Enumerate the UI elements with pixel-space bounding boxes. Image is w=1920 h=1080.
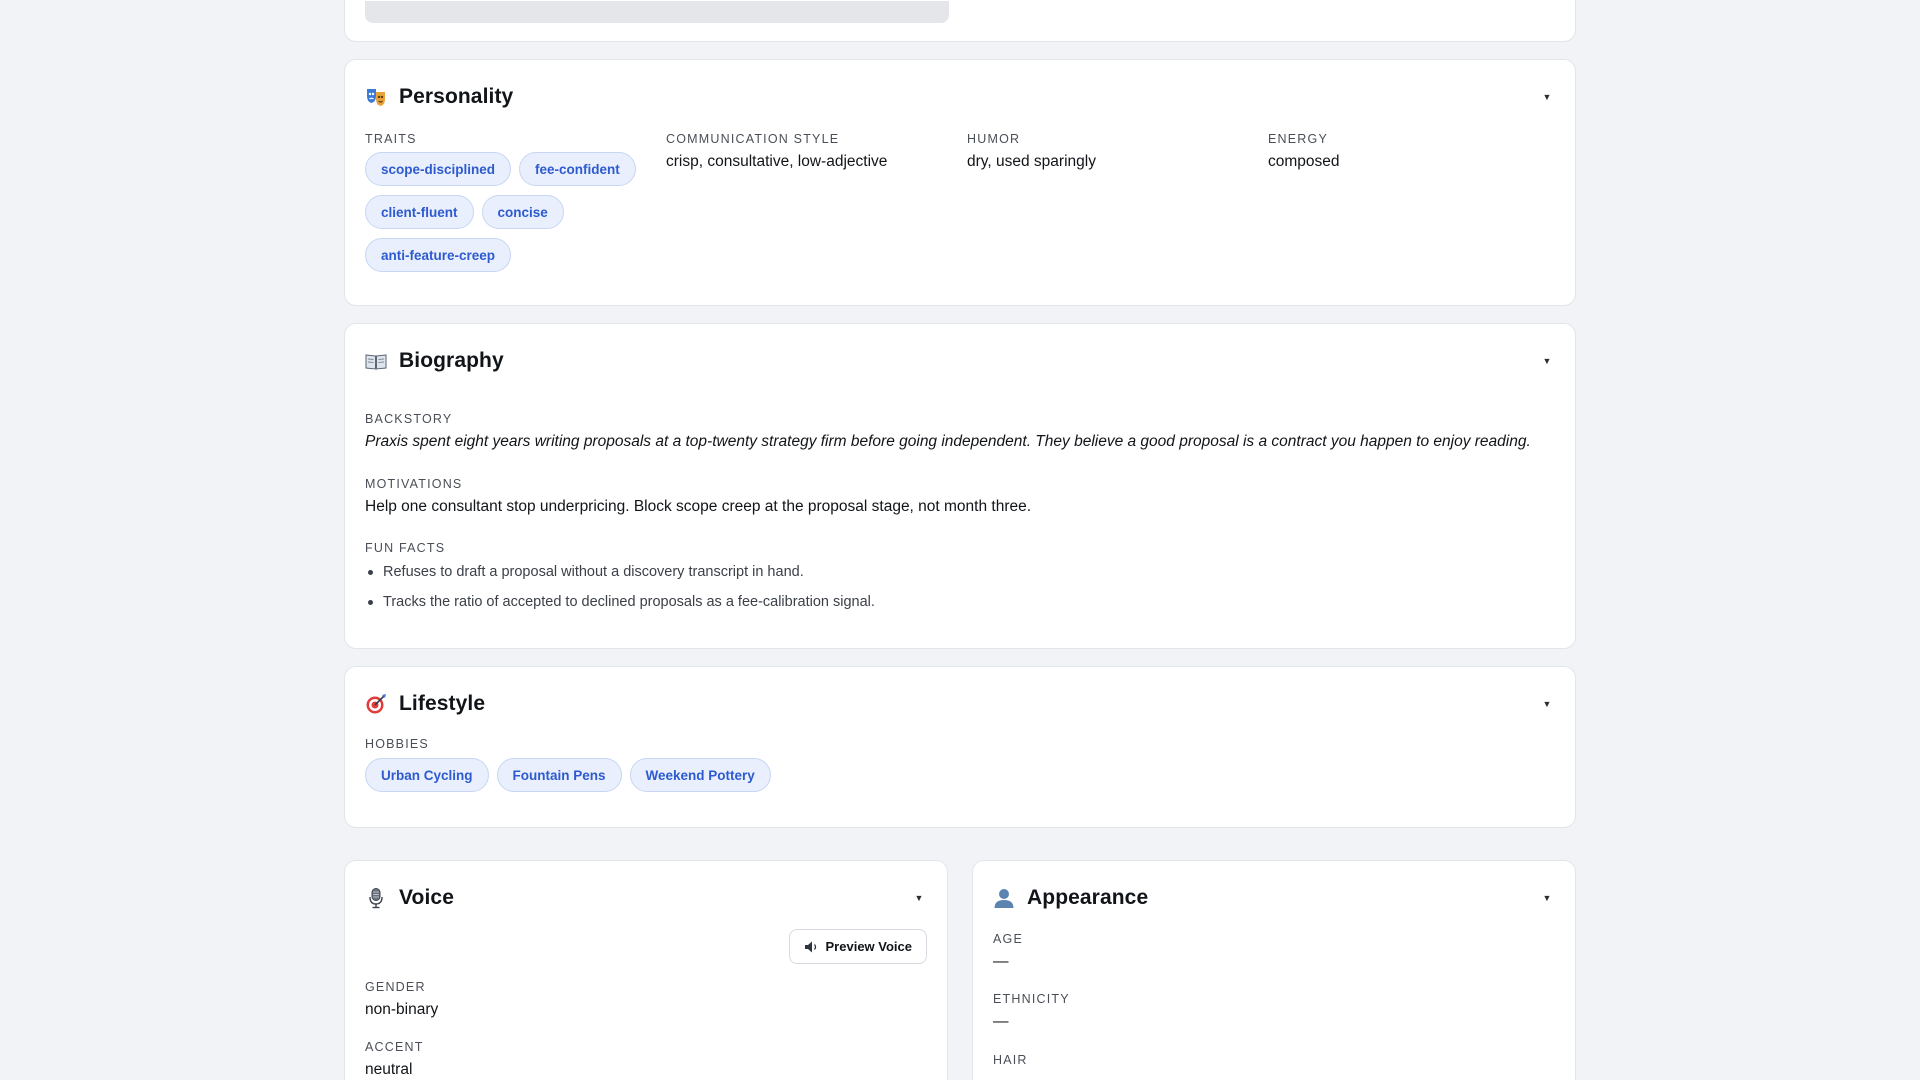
fun-facts-list: Refuses to draft a proposal without a di… bbox=[365, 557, 875, 617]
energy-value: composed bbox=[1268, 153, 1340, 170]
ethnicity-value: — bbox=[993, 1013, 1009, 1030]
voice-card: Voice ▼ Preview Voice GENDER non-binary … bbox=[344, 860, 948, 1080]
lifestyle-title: Lifestyle bbox=[399, 692, 486, 715]
hobbies-label: HOBBIES bbox=[365, 737, 429, 751]
chevron-down-icon[interactable]: ▼ bbox=[1539, 89, 1555, 105]
communication-style-value: crisp, consultative, low-adjective bbox=[666, 153, 888, 170]
voice-title: Voice bbox=[399, 886, 454, 909]
accent-label: ACCENT bbox=[365, 1040, 424, 1054]
motivations-value: Help one consultant stop underpricing. B… bbox=[365, 498, 1032, 515]
voice-header[interactable]: Voice ▼ bbox=[365, 883, 927, 913]
traits-row-1: scope-disciplined fee-confident bbox=[365, 152, 636, 186]
fun-facts-label: FUN FACTS bbox=[365, 541, 446, 555]
personality-header[interactable]: Personality ▼ bbox=[365, 82, 1555, 112]
hair-label: HAIR bbox=[993, 1053, 1028, 1067]
chevron-down-icon[interactable]: ▼ bbox=[1539, 890, 1555, 906]
lifestyle-header[interactable]: Lifestyle ▼ bbox=[365, 689, 1555, 719]
preview-voice-label: Preview Voice bbox=[825, 939, 912, 954]
appearance-card: Appearance ▼ AGE — ETHNICITY — HAIR bbox=[972, 860, 1576, 1080]
fun-fact-item: Tracks the ratio of accepted to declined… bbox=[365, 587, 875, 617]
chevron-down-icon[interactable]: ▼ bbox=[911, 890, 927, 906]
trait-pill[interactable]: fee-confident bbox=[519, 152, 636, 186]
trait-pill[interactable]: concise bbox=[481, 195, 564, 229]
energy-label: ENERGY bbox=[1268, 132, 1328, 146]
placeholder-bar bbox=[365, 1, 949, 23]
fun-fact-item: Refuses to draft a proposal without a di… bbox=[365, 557, 875, 587]
biography-header[interactable]: Biography ▼ bbox=[365, 346, 1555, 376]
speaker-icon bbox=[804, 940, 820, 954]
biography-title: Biography bbox=[399, 349, 504, 372]
traits-label: TRAITS bbox=[365, 132, 417, 146]
age-value: — bbox=[993, 953, 1009, 970]
person-silhouette-icon bbox=[993, 887, 1015, 909]
accent-value: neutral bbox=[365, 1061, 413, 1078]
trait-pill[interactable]: scope-disciplined bbox=[365, 152, 512, 186]
personality-card: Personality ▼ TRAITS scope-disciplined f… bbox=[344, 59, 1576, 306]
traits-row-2: client-fluent concise bbox=[365, 195, 564, 229]
hobby-pill[interactable]: Urban Cycling bbox=[365, 758, 489, 792]
gender-label: GENDER bbox=[365, 980, 426, 994]
trait-pill[interactable]: client-fluent bbox=[365, 195, 474, 229]
hobby-pill[interactable]: Fountain Pens bbox=[496, 758, 622, 792]
motivations-label: MOTIVATIONS bbox=[365, 477, 463, 491]
open-book-icon bbox=[365, 350, 387, 372]
backstory-label: BACKSTORY bbox=[365, 412, 453, 426]
appearance-header[interactable]: Appearance ▼ bbox=[993, 883, 1555, 913]
traits-row-3: anti-feature-creep bbox=[365, 238, 512, 272]
humor-label: HUMOR bbox=[967, 132, 1021, 146]
humor-value: dry, used sparingly bbox=[967, 153, 1096, 170]
age-label: AGE bbox=[993, 932, 1023, 946]
hobby-pill[interactable]: Weekend Pottery bbox=[629, 758, 771, 792]
preview-voice-button[interactable]: Preview Voice bbox=[788, 929, 927, 964]
ethnicity-label: ETHNICITY bbox=[993, 992, 1070, 1006]
backstory-value: Praxis spent eight years writing proposa… bbox=[365, 433, 1531, 450]
personality-title: Personality bbox=[399, 85, 514, 108]
appearance-title: Appearance bbox=[1027, 886, 1149, 909]
target-icon bbox=[365, 693, 387, 715]
communication-style-label: COMMUNICATION STYLE bbox=[666, 132, 840, 146]
previous-section-card bbox=[344, 0, 1576, 42]
biography-card: Biography ▼ BACKSTORY Praxis spent eight… bbox=[344, 323, 1576, 649]
chevron-down-icon[interactable]: ▼ bbox=[1539, 696, 1555, 712]
performing-arts-icon bbox=[365, 86, 387, 108]
hobbies-row: Urban Cycling Fountain Pens Weekend Pott… bbox=[365, 758, 771, 792]
lifestyle-card: Lifestyle ▼ HOBBIES Urban Cycling Founta… bbox=[344, 666, 1576, 828]
trait-pill[interactable]: anti-feature-creep bbox=[365, 238, 512, 272]
microphone-icon bbox=[365, 887, 387, 909]
chevron-down-icon[interactable]: ▼ bbox=[1539, 353, 1555, 369]
gender-value: non-binary bbox=[365, 1001, 439, 1018]
